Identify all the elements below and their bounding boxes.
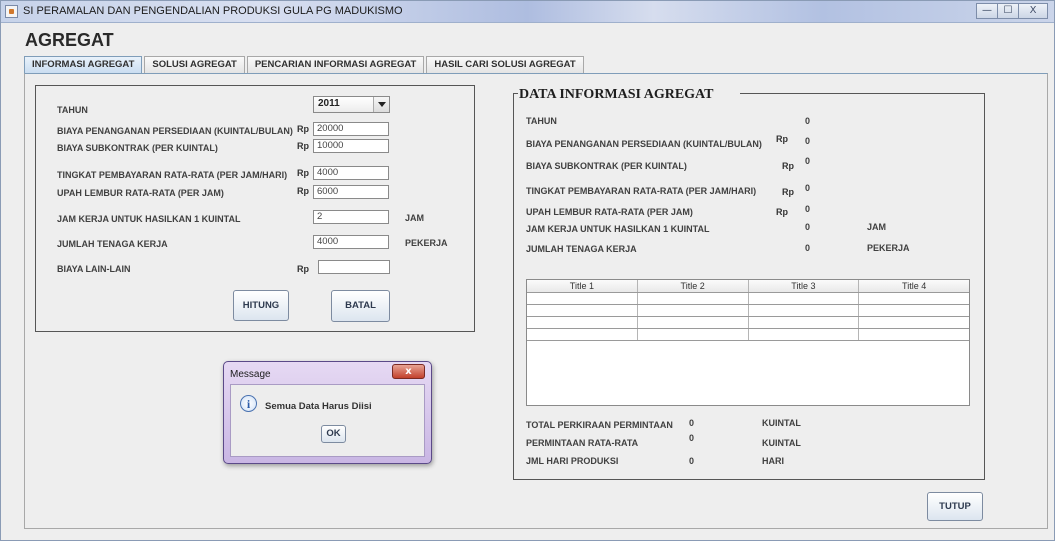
page-title: AGREGAT [25,30,114,50]
info-tingkat-pembayaran-label: TINGKAT PEMBAYARAN RATA-RATA (PER JAM/HA… [526,186,757,196]
info-jam-kerja-label: JAM KERJA UNTUK HASILKAN 1 KUINTAL [526,224,710,234]
permintaan-rata-value: 0 [689,433,695,443]
maximize-button[interactable]: ☐ [997,3,1019,19]
tahun-label: TAHUN [57,105,88,115]
info-jumlah-tenaga-value: 0 [805,243,811,253]
column-header[interactable]: Title 1 [527,280,638,292]
rp-label: Rp [297,186,309,196]
rp-label: Rp [297,168,309,178]
jumlah-tenaga-input[interactable]: 4000 [313,235,389,249]
biaya-subkontrak-input[interactable]: 10000 [313,139,389,153]
rp-label: Rp [782,187,794,197]
jam-kerja-input[interactable]: 2 [313,210,389,224]
biaya-penanganan-input[interactable]: 20000 [313,122,389,136]
info-biaya-subkontrak-label: BIAYA SUBKONTRAK (PER KUINTAL) [526,161,687,171]
tingkat-pembayaran-input[interactable]: 4000 [313,166,389,180]
permintaan-rata-label: PERMINTAAN RATA-RATA [526,438,639,448]
info-upah-lembur-label: UPAH LEMBUR RATA-RATA (PER JAM) [526,207,693,217]
info-jam-kerja-value: 0 [805,222,811,232]
dialog-close-button[interactable]: x [392,364,425,379]
data-informasi-title: DATA INFORMASI AGREGAT [519,87,714,102]
hari-produksi-value: 0 [689,456,695,466]
info-tingkat-pembayaran-value: 0 [805,183,811,193]
tab-pencarian-informasi-agregat[interactable]: PENCARIAN INFORMASI AGREGAT [246,56,425,73]
table-row[interactable] [527,329,969,341]
biaya-penanganan-label: BIAYA PENANGANAN PERSEDIAAN (KUINTAL/BUL… [57,126,293,136]
close-button[interactable]: X [1018,3,1048,19]
column-header[interactable]: Title 3 [749,280,860,292]
tab-informasi-agregat[interactable]: INFORMASI AGREGAT [24,56,143,74]
info-tahun-label: TAHUN [526,116,557,126]
info-biaya-penanganan-value: 0 [805,136,811,146]
message-dialog: Message x i Semua Data Harus Diisi OK [223,361,432,464]
jam-unit-label: JAM [405,213,425,223]
info-biaya-penanganan-label: BIAYA PENANGANAN PERSEDIAAN (KUINTAL/BUL… [526,139,762,149]
column-header[interactable]: Title 2 [638,280,749,292]
total-permintaan-value: 0 [689,418,695,428]
rp-label: Rp [297,264,309,274]
biaya-lain-input[interactable] [318,260,390,274]
total-permintaan-unit: KUINTAL [762,418,801,428]
minimize-button[interactable]: — [976,3,998,19]
column-header[interactable]: Title 4 [859,280,969,292]
rp-label: Rp [782,161,794,171]
table-header: Title 1 Title 2 Title 3 Title 4 [527,280,969,293]
rp-label: Rp [297,124,309,134]
info-jumlah-tenaga-label: JUMLAH TENAGA KERJA [526,244,637,254]
pekerja-unit-label: PEKERJA [405,238,448,248]
java-app-icon [5,5,18,18]
info-biaya-subkontrak-value: 0 [805,156,811,166]
permintaan-rata-unit: KUINTAL [762,438,801,448]
window-controls: — ☐ X [976,3,1048,20]
upah-lembur-label: UPAH LEMBUR RATA-RATA (PER JAM) [57,188,224,198]
tahun-select-value: 2011 [318,98,340,109]
tab-bar: INFORMASI AGREGAT SOLUSI AGREGAT PENCARI… [24,56,586,74]
table-row[interactable] [527,305,969,317]
tutup-button[interactable]: TUTUP [927,492,983,521]
table-row[interactable] [527,293,969,305]
title-bar[interactable]: SI PERAMALAN DAN PENGENDALIAN PRODUKSI G… [1,1,1054,23]
app-window: SI PERAMALAN DAN PENGENDALIAN PRODUKSI G… [0,0,1055,541]
data-table[interactable]: Title 1 Title 2 Title 3 Title 4 [526,279,970,406]
total-permintaan-label: TOTAL PERKIRAAN PERMINTAAN [526,420,673,430]
dialog-message: Semua Data Harus Diisi [265,401,372,412]
upah-lembur-input[interactable]: 6000 [313,185,389,199]
info-jam-unit: JAM [867,222,887,232]
biaya-lain-label: BIAYA LAIN-LAIN [57,264,131,274]
info-tahun-value: 0 [805,116,811,126]
hitung-button[interactable]: HITUNG [233,290,289,321]
biaya-subkontrak-label: BIAYA SUBKONTRAK (PER KUINTAL) [57,143,218,153]
tab-hasil-cari-solusi-agregat[interactable]: HASIL CARI SOLUSI AGREGAT [426,56,584,73]
batal-button[interactable]: BATAL [331,290,390,322]
rp-label: Rp [297,141,309,151]
tab-solusi-agregat[interactable]: SOLUSI AGREGAT [144,56,245,73]
info-icon: i [240,395,257,412]
rp-label: Rp [776,207,788,217]
window-title: SI PERAMALAN DAN PENGENDALIAN PRODUKSI G… [23,5,403,17]
dialog-title: Message [230,369,271,380]
tahun-select[interactable]: 2011 [313,96,390,113]
table-row[interactable] [527,317,969,329]
info-upah-lembur-value: 0 [805,204,811,214]
chevron-down-icon[interactable] [373,97,389,112]
hari-produksi-unit: HARI [762,456,784,466]
info-pekerja-unit: PEKERJA [867,243,910,253]
jam-kerja-label: JAM KERJA UNTUK HASILKAN 1 KUINTAL [57,214,241,224]
hari-produksi-label: JML HARI PRODUKSI [526,456,619,466]
tingkat-pembayaran-label: TINGKAT PEMBAYARAN RATA-RATA (PER JAM/HA… [57,170,288,180]
ok-button[interactable]: OK [321,425,346,443]
jumlah-tenaga-label: JUMLAH TENAGA KERJA [57,239,168,249]
dialog-body: i Semua Data Harus Diisi OK [230,384,425,457]
rp-label: Rp [776,134,788,144]
